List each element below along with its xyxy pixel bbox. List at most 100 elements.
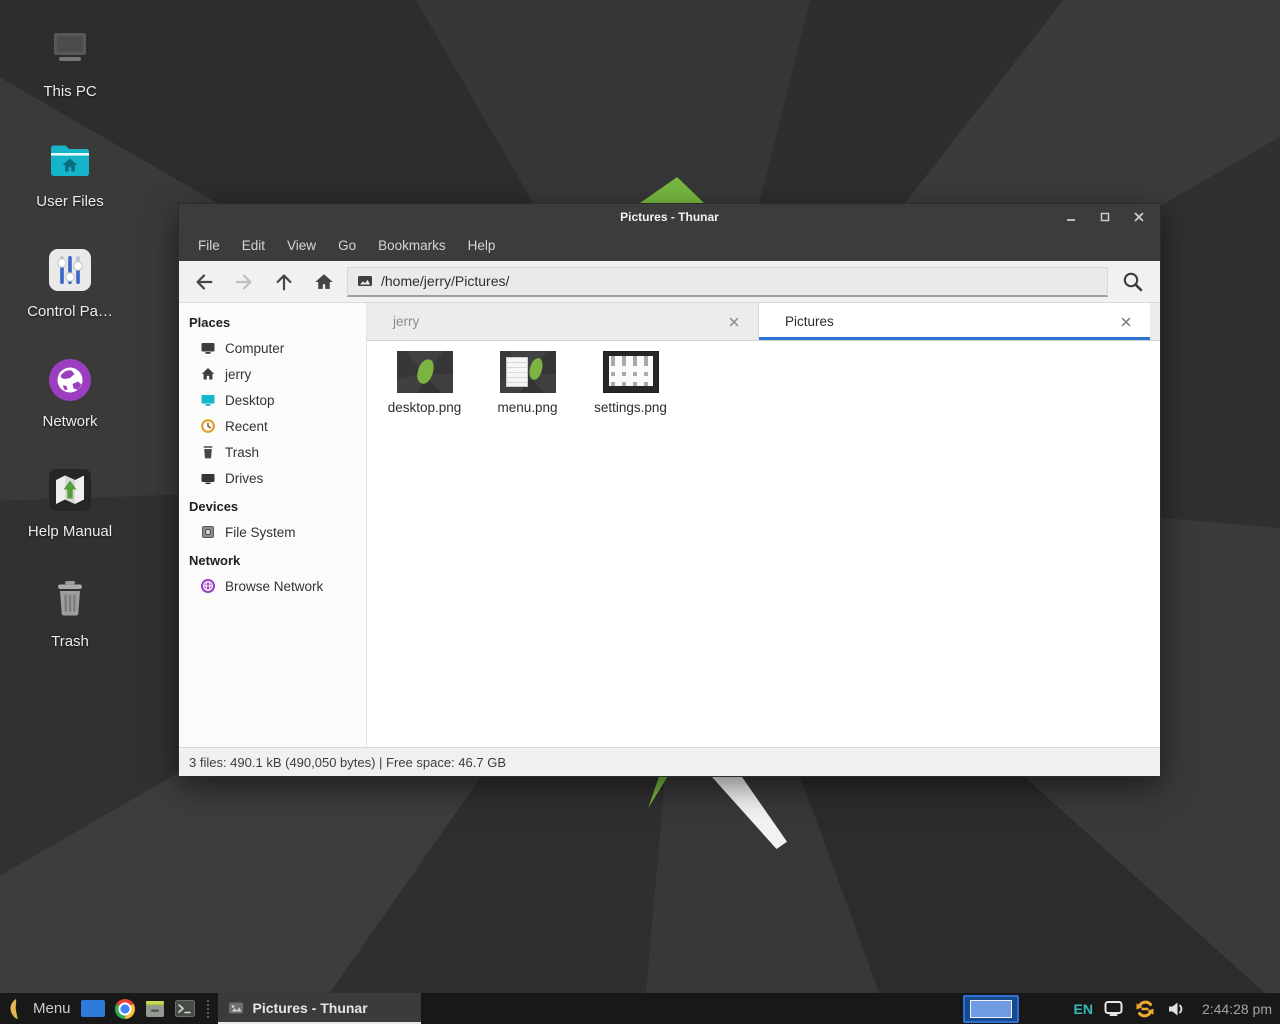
tab-close-icon[interactable]	[1118, 314, 1134, 330]
sidebar-item-label: Drives	[225, 471, 263, 486]
show-desktop-icon[interactable]	[81, 1000, 105, 1017]
sidebar-item-jerry[interactable]: jerry	[179, 361, 366, 387]
path-input[interactable]: /home/jerry/Pictures/	[347, 267, 1108, 297]
taskbar-right: EN 2:44:28 pm	[963, 995, 1280, 1023]
taskbar-menu-label[interactable]: Menu	[33, 1000, 71, 1017]
task-label: Pictures - Thunar	[253, 1000, 368, 1016]
image-location-icon	[357, 273, 373, 289]
file-desktop-png[interactable]: desktop.png	[377, 349, 472, 415]
sidebar-item-label: jerry	[225, 367, 251, 382]
volume-icon[interactable]	[1167, 1001, 1185, 1017]
tabbar: jerry Pictures	[367, 303, 1160, 341]
file-menu-png[interactable]: menu.png	[480, 349, 575, 415]
trash-icon	[200, 444, 216, 460]
sidebar: Places Computer jerry Desktop Recent Tra…	[179, 303, 367, 747]
window-titlebar[interactable]: Pictures - Thunar	[179, 204, 1160, 229]
workspace-switcher[interactable]	[963, 995, 1019, 1023]
desktop-png-thumbnail	[397, 351, 453, 393]
menu-go[interactable]: Go	[327, 233, 367, 258]
file-name: settings.png	[594, 400, 667, 415]
menu-bookmarks[interactable]: Bookmarks	[367, 233, 457, 258]
sidebar-item-computer[interactable]: Computer	[179, 335, 366, 361]
mint-logo-blade	[712, 777, 787, 849]
panel-drag-handle[interactable]	[207, 1000, 209, 1018]
sidebar-item-label: Computer	[225, 341, 284, 356]
desktop-icon-control-panel[interactable]: Control Pa…	[14, 240, 126, 336]
sidebar-item-trash[interactable]: Trash	[179, 439, 366, 465]
main-pane: jerry Pictures	[367, 303, 1160, 747]
home-folder-icon	[46, 136, 94, 184]
sidebar-header-places: Places	[179, 307, 366, 335]
path-value: /home/jerry/Pictures/	[381, 273, 509, 289]
file-name: menu.png	[497, 400, 557, 415]
sidebar-item-label: Browse Network	[225, 579, 323, 594]
file-settings-png[interactable]: settings.png	[583, 349, 678, 415]
maximize-icon[interactable]	[1098, 210, 1112, 224]
taskbar-left: Menu	[0, 998, 218, 1020]
minimize-icon[interactable]	[1064, 210, 1078, 224]
tab-pictures[interactable]: Pictures	[759, 303, 1150, 340]
settings-png-thumbnail	[603, 351, 659, 393]
desktop-icon-user-files[interactable]: User Files	[14, 130, 126, 226]
window-controls	[1064, 204, 1146, 229]
desktop-icon-label: User Files	[36, 193, 104, 210]
desktop-monitor-icon	[200, 392, 216, 408]
filesystem-drive-icon	[200, 524, 216, 540]
control-panel-icon	[46, 246, 94, 294]
sidebar-item-recent[interactable]: Recent	[179, 413, 366, 439]
home-icon	[200, 366, 216, 382]
file-manager-icon[interactable]	[145, 1000, 165, 1018]
desktop-icon-label: This PC	[43, 83, 96, 100]
keyboard-layout-indicator[interactable]: EN	[1073, 1001, 1092, 1017]
terminal-icon[interactable]	[175, 1000, 195, 1017]
help-manual-icon	[46, 466, 94, 514]
home-button[interactable]	[307, 267, 341, 297]
desktop-icon-label: Help Manual	[28, 523, 112, 540]
sidebar-item-label: Trash	[225, 445, 259, 460]
sidebar-item-drives[interactable]: Drives	[179, 465, 366, 491]
taskbar-task-pictures-thunar[interactable]: Pictures - Thunar	[218, 993, 421, 1024]
task-image-icon	[228, 1000, 244, 1016]
menu-file[interactable]: File	[187, 233, 231, 258]
tab-jerry[interactable]: jerry	[367, 303, 759, 340]
chrome-icon[interactable]	[115, 999, 135, 1019]
sidebar-item-label: Desktop	[225, 393, 275, 408]
search-icon[interactable]	[1114, 267, 1152, 297]
forward-button[interactable]	[227, 267, 261, 297]
network-globe-icon	[46, 356, 94, 404]
recent-clock-icon	[200, 418, 216, 434]
up-button[interactable]	[267, 267, 301, 297]
desktop-icon-network[interactable]: Network	[14, 350, 126, 446]
update-manager-icon[interactable]	[1134, 998, 1156, 1020]
file-name: desktop.png	[388, 400, 462, 415]
sidebar-item-desktop[interactable]: Desktop	[179, 387, 366, 413]
system-tray: EN 2:44:28 pm	[1073, 998, 1272, 1020]
menubar: File Edit View Go Bookmarks Help	[179, 229, 1160, 261]
menu-help[interactable]: Help	[457, 233, 507, 258]
statusbar-text: 3 files: 490.1 kB (490,050 bytes) | Free…	[189, 755, 506, 770]
workspace-1[interactable]	[970, 1000, 1012, 1018]
menu-edit[interactable]: Edit	[231, 233, 276, 258]
sidebar-item-file-system[interactable]: File System	[179, 519, 366, 545]
desktop-icon-trash[interactable]: Trash	[14, 570, 126, 666]
sidebar-item-label: File System	[225, 525, 296, 540]
close-icon[interactable]	[1132, 210, 1146, 224]
tab-close-icon[interactable]	[726, 314, 742, 330]
sidebar-item-browse-network[interactable]: Browse Network	[179, 573, 366, 599]
desktop-icon-help-manual[interactable]: Help Manual	[14, 460, 126, 556]
file-list: desktop.png menu.png settings.png	[367, 341, 1160, 747]
taskbar-clock[interactable]: 2:44:28 pm	[1202, 1001, 1272, 1017]
window-title: Pictures - Thunar	[620, 210, 719, 224]
back-button[interactable]	[187, 267, 221, 297]
display-icon[interactable]	[1104, 1000, 1123, 1017]
desktop-icon-label: Trash	[51, 633, 89, 650]
mint-menu-icon[interactable]	[7, 998, 23, 1020]
window-content: Places Computer jerry Desktop Recent Tra…	[179, 303, 1160, 747]
tab-label: jerry	[393, 314, 419, 329]
desktop-icon-label: Control Pa…	[27, 303, 113, 320]
desktop-icon-column: This PC User Files Control Pa… Network H…	[14, 20, 126, 666]
statusbar: 3 files: 490.1 kB (490,050 bytes) | Free…	[179, 747, 1160, 776]
menu-view[interactable]: View	[276, 233, 327, 258]
desktop-icon-this-pc[interactable]: This PC	[14, 20, 126, 116]
mint-logo-sliver	[646, 776, 668, 808]
